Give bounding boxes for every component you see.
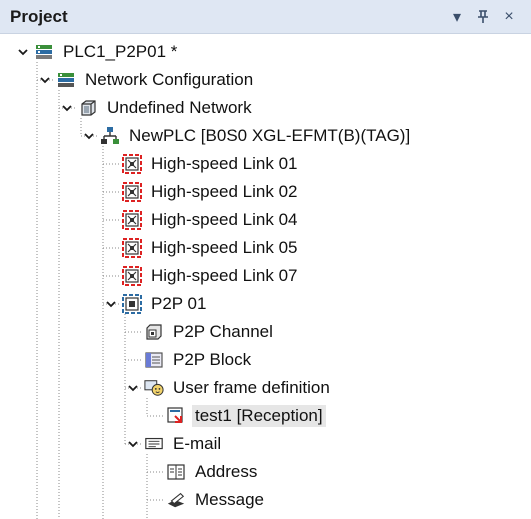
collapse-chevron-icon[interactable] (126, 381, 140, 395)
tree-item-label: High-speed Link 04 (151, 210, 298, 229)
tree-item-label: High-speed Link 07 (151, 266, 298, 285)
tree-item-label: P2P Block (173, 350, 252, 369)
tree-item-label: NewPLC [B0S0 XGL-EFMT(B)(TAG)] (129, 126, 411, 145)
user-frame-icon (144, 378, 164, 398)
tree-item[interactable]: High-speed Link 07 (118, 262, 300, 290)
tree-item[interactable]: E-mail (128, 430, 224, 458)
tree-item[interactable]: Message (162, 486, 267, 514)
network-config-icon (56, 70, 76, 90)
close-icon[interactable]: × (498, 6, 520, 28)
panel-titlebar: Project ▾ × (0, 0, 531, 34)
undefined-network-icon (78, 98, 98, 118)
tree-item-label: High-speed Link 01 (151, 154, 298, 173)
collapse-chevron-icon[interactable] (16, 45, 30, 59)
tree-item-label: High-speed Link 05 (151, 238, 298, 257)
project-tree[interactable]: PLC1_P2P01 * Network Configuration Undefin… (0, 33, 531, 519)
tree-item[interactable]: High-speed Link 01 (118, 150, 300, 178)
tree-item[interactable]: PLC1_P2P01 * (18, 38, 180, 66)
frame-reception-icon (166, 406, 186, 426)
address-book-icon (166, 462, 186, 482)
email-icon (144, 434, 164, 454)
tree-item-label: High-speed Link 02 (151, 182, 298, 201)
tree-item[interactable]: NewPLC [B0S0 XGL-EFMT(B)(TAG)] (84, 122, 413, 150)
high-speed-link-icon (122, 238, 142, 258)
high-speed-link-icon (122, 182, 142, 202)
collapse-chevron-icon[interactable] (104, 297, 118, 311)
p2p-block-icon (144, 350, 164, 370)
tree-item-label: P2P 01 (151, 294, 207, 313)
tree-item-label: PLC1_P2P01 * (63, 42, 178, 61)
tree-item[interactable]: High-speed Link 05 (118, 234, 300, 262)
tree-item[interactable]: P2P 01 (106, 290, 209, 318)
high-speed-link-icon (122, 210, 142, 230)
tree-item[interactable]: Undefined Network (62, 94, 255, 122)
tree-item[interactable]: Address (162, 458, 260, 486)
tree-item-label: Message (195, 490, 264, 509)
panel-title: Project (10, 7, 68, 26)
tree-item[interactable]: test1 [Reception] (162, 402, 326, 430)
project-icon (34, 42, 54, 62)
collapse-chevron-icon[interactable] (82, 129, 96, 143)
tree-item[interactable]: High-speed Link 02 (118, 178, 300, 206)
collapse-chevron-icon[interactable] (38, 73, 52, 87)
tree-item[interactable]: User frame definition (128, 374, 333, 402)
panel-menu-chevron-icon[interactable]: ▾ (446, 6, 468, 28)
p2p-channel-icon (144, 322, 164, 342)
tree-item[interactable]: P2P Channel (140, 318, 276, 346)
tree-item[interactable]: P2P Block (140, 346, 254, 374)
tree-item[interactable]: Network Configuration (40, 66, 256, 94)
collapse-chevron-icon[interactable] (126, 437, 140, 451)
tree-item-label: E-mail (173, 434, 222, 453)
high-speed-link-icon (122, 154, 142, 174)
tree-item[interactable]: High-speed Link 04 (118, 206, 300, 234)
p2p-icon (122, 294, 142, 314)
high-speed-link-icon (122, 266, 142, 286)
collapse-chevron-icon[interactable] (60, 101, 74, 115)
message-icon (166, 490, 186, 510)
tree-item-label: Address (195, 462, 258, 481)
pin-icon[interactable] (472, 6, 494, 28)
plc-module-icon (100, 126, 120, 146)
tree-item-label: Network Configuration (85, 70, 254, 89)
tree-item-label: test1 [Reception] (192, 405, 326, 427)
tree-item-label: Undefined Network (107, 98, 252, 117)
tree-item-label: P2P Channel (173, 322, 273, 341)
tree-item-label: User frame definition (173, 378, 330, 397)
